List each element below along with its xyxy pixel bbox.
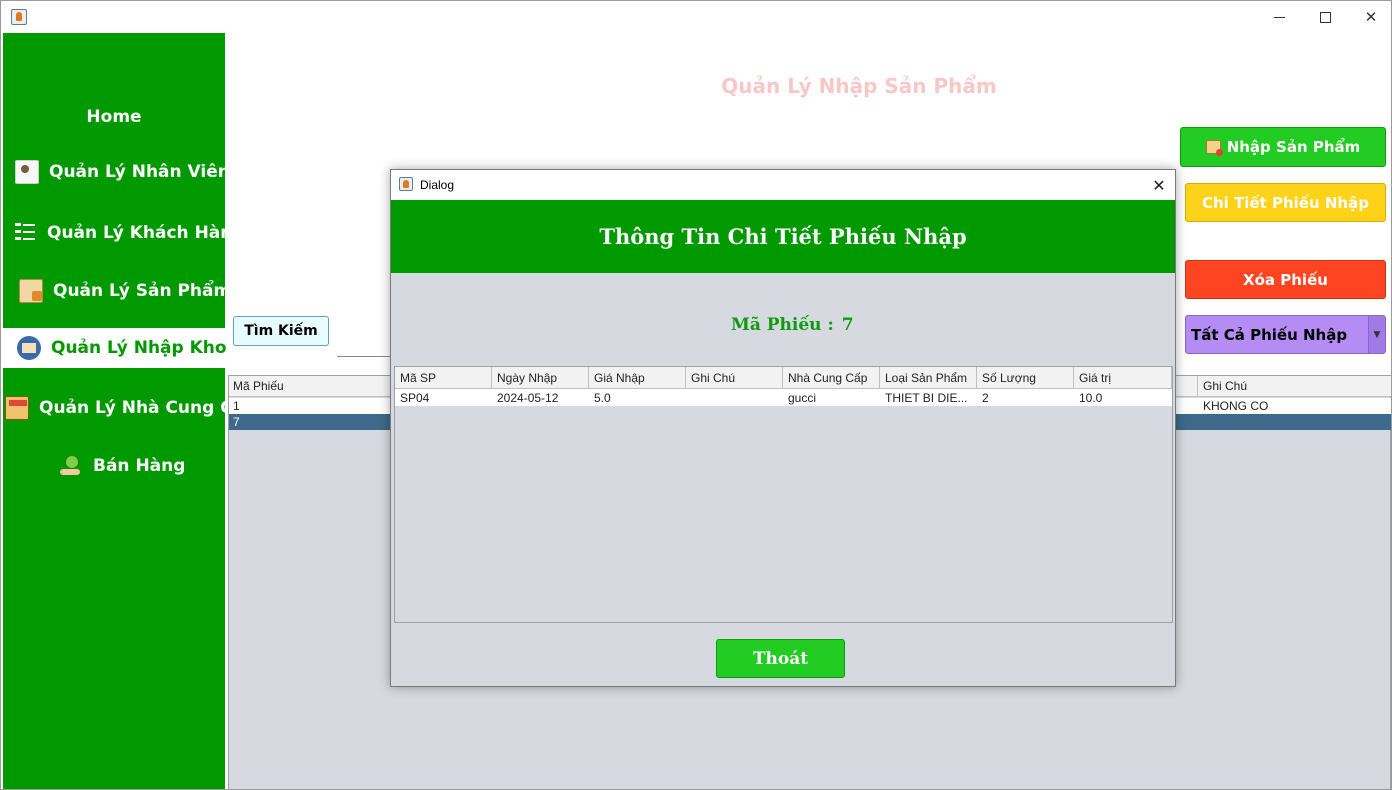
sidebar: Home Quản Lý Nhân Viên Quản Lý Khách Hàn… <box>3 33 256 789</box>
column-header-gia-nhap[interactable]: Giá Nhập <box>589 367 686 388</box>
cell-ma-sp: SP04 <box>400 390 430 405</box>
dialog-header: Thông Tin Chi Tiết Phiếu Nhập <box>391 200 1175 273</box>
page-title: Quản Lý Nhập Sản Phẩm <box>721 74 997 98</box>
sidebar-item-label: Quản Lý Sản Phẩm <box>53 281 232 301</box>
sidebar-item-products[interactable]: Quản Lý Sản Phẩm <box>3 271 231 311</box>
sidebar-item-label: Bán Hàng <box>93 456 186 476</box>
customer-list-icon <box>13 221 37 245</box>
column-header-ma-sp[interactable]: Mã SP <box>395 367 492 388</box>
search-button[interactable]: Tìm Kiếm <box>233 316 329 346</box>
column-header-ma-phieu[interactable]: Mã Phiếu <box>233 379 284 393</box>
sidebar-item-label: Quản Lý Khách Hàng <box>47 223 245 243</box>
exit-button[interactable]: Thoát <box>716 639 845 678</box>
close-button[interactable]: ✕ <box>1348 1 1391 33</box>
sidebar-item-sales[interactable]: Bán Hàng <box>3 446 225 486</box>
cell-nha-cung-cap: gucci <box>788 390 817 405</box>
cell-gia-nhap: 5.0 <box>594 390 611 405</box>
invoice-id-value: 7 <box>841 315 854 335</box>
cell-ghi-chu <box>686 389 783 406</box>
column-header-gia-tri[interactable]: Giá trị <box>1074 367 1172 388</box>
sales-hand-icon <box>59 454 83 478</box>
filter-selected-value: Tất Cả Phiếu Nhập <box>1191 325 1348 344</box>
minimize-button[interactable] <box>1256 1 1302 33</box>
dropdown-arrow-icon[interactable]: ▼ <box>1368 316 1385 353</box>
maximize-icon <box>1319 11 1331 23</box>
java-app-icon <box>399 177 413 191</box>
sidebar-item-label: Quản Lý Nhập Kho <box>51 338 227 358</box>
delete-invoice-button[interactable]: Xóa Phiếu <box>1185 260 1386 299</box>
sidebar-item-label: Quản Lý Nhà Cung Cấp <box>39 398 257 418</box>
minimize-icon <box>1273 16 1285 18</box>
maximize-button[interactable] <box>1302 1 1348 33</box>
cell-ma-phieu: 1 <box>233 399 240 413</box>
add-invoice-icon <box>1205 140 1223 156</box>
dialog-close-button[interactable]: ✕ <box>1145 172 1173 198</box>
search-input[interactable] <box>337 356 393 357</box>
invoice-detail-table: Mã SP Ngày Nhập Giá Nhập Ghi Chú Nhà Cun… <box>394 366 1173 623</box>
close-icon: ✕ <box>1364 8 1378 26</box>
title-bar: ✕ <box>1 1 1391 33</box>
app-window: ✕ Home Quản Lý Nhân Viên Quản Lý Khách H… <box>0 0 1392 790</box>
sidebar-item-employees[interactable]: Quản Lý Nhân Viên <box>3 152 230 192</box>
sidebar-item-home[interactable]: Home <box>3 97 225 137</box>
close-icon: ✕ <box>1152 175 1166 195</box>
dialog-title-bar: Dialog ✕ <box>391 170 1175 200</box>
sidebar-item-label: Quản Lý Nhân Viên <box>49 162 230 182</box>
column-header-nha-cung-cap[interactable]: Nhà Cung Cấp <box>783 367 880 388</box>
column-header-ghi-chu[interactable]: Ghi Chú <box>686 367 783 388</box>
product-clipboard-icon <box>19 279 43 303</box>
cell-gia-tri: 10.0 <box>1079 390 1103 405</box>
sidebar-item-suppliers[interactable]: Quản Lý Nhà Cung Cấp <box>3 388 256 428</box>
invoice-detail-button[interactable]: Chi Tiết Phiếu Nhập <box>1185 183 1386 222</box>
cell-loai-san-pham: THIET BI DIE... <box>885 390 968 405</box>
invoice-detail-dialog: Dialog ✕ Thông Tin Chi Tiết Phiếu Nhập M… <box>390 169 1176 687</box>
warehouse-icon <box>17 336 41 360</box>
column-header-loai-san-pham[interactable]: Loại Sản Phẩm <box>880 367 977 388</box>
invoice-id-label: Mã Phiếu : <box>731 315 834 335</box>
column-header-ngay-nhap[interactable]: Ngày Nhập <box>492 367 589 388</box>
column-header-ghi-chu[interactable]: Ghi Chú <box>1203 379 1247 393</box>
cell-ngay-nhap: 2024-05-12 <box>497 390 559 405</box>
sidebar-item-warehouse-import[interactable]: Quản Lý Nhập Kho <box>3 328 227 368</box>
cell-ghi-chu: KHONG CO <box>1203 399 1269 413</box>
supplier-store-icon <box>5 396 29 420</box>
import-product-button[interactable]: Nhập Sản Phẩm <box>1180 127 1386 167</box>
employee-icon <box>15 160 39 184</box>
dialog-title: Dialog <box>420 178 455 192</box>
invoice-filter-select[interactable]: Tất Cả Phiếu Nhập ▼ <box>1185 315 1386 354</box>
sidebar-item-label: Home <box>86 107 142 127</box>
import-product-label: Nhập Sản Phẩm <box>1226 138 1361 156</box>
cell-ma-phieu: 7 <box>233 415 240 429</box>
column-divider <box>1197 376 1198 397</box>
java-app-icon <box>11 9 27 25</box>
column-header-so-luong[interactable]: Số Lượng <box>977 367 1074 388</box>
table-row[interactable]: SP04 2024-05-12 5.0 gucci THIET BI DIE..… <box>395 389 1172 406</box>
table-header: Mã SP Ngày Nhập Giá Nhập Ghi Chú Nhà Cun… <box>395 367 1172 389</box>
invoice-id-display: Mã Phiếu : 7 <box>731 315 854 335</box>
cell-so-luong: 2 <box>982 390 989 405</box>
sidebar-item-customers[interactable]: Quản Lý Khách Hàng <box>3 213 245 253</box>
